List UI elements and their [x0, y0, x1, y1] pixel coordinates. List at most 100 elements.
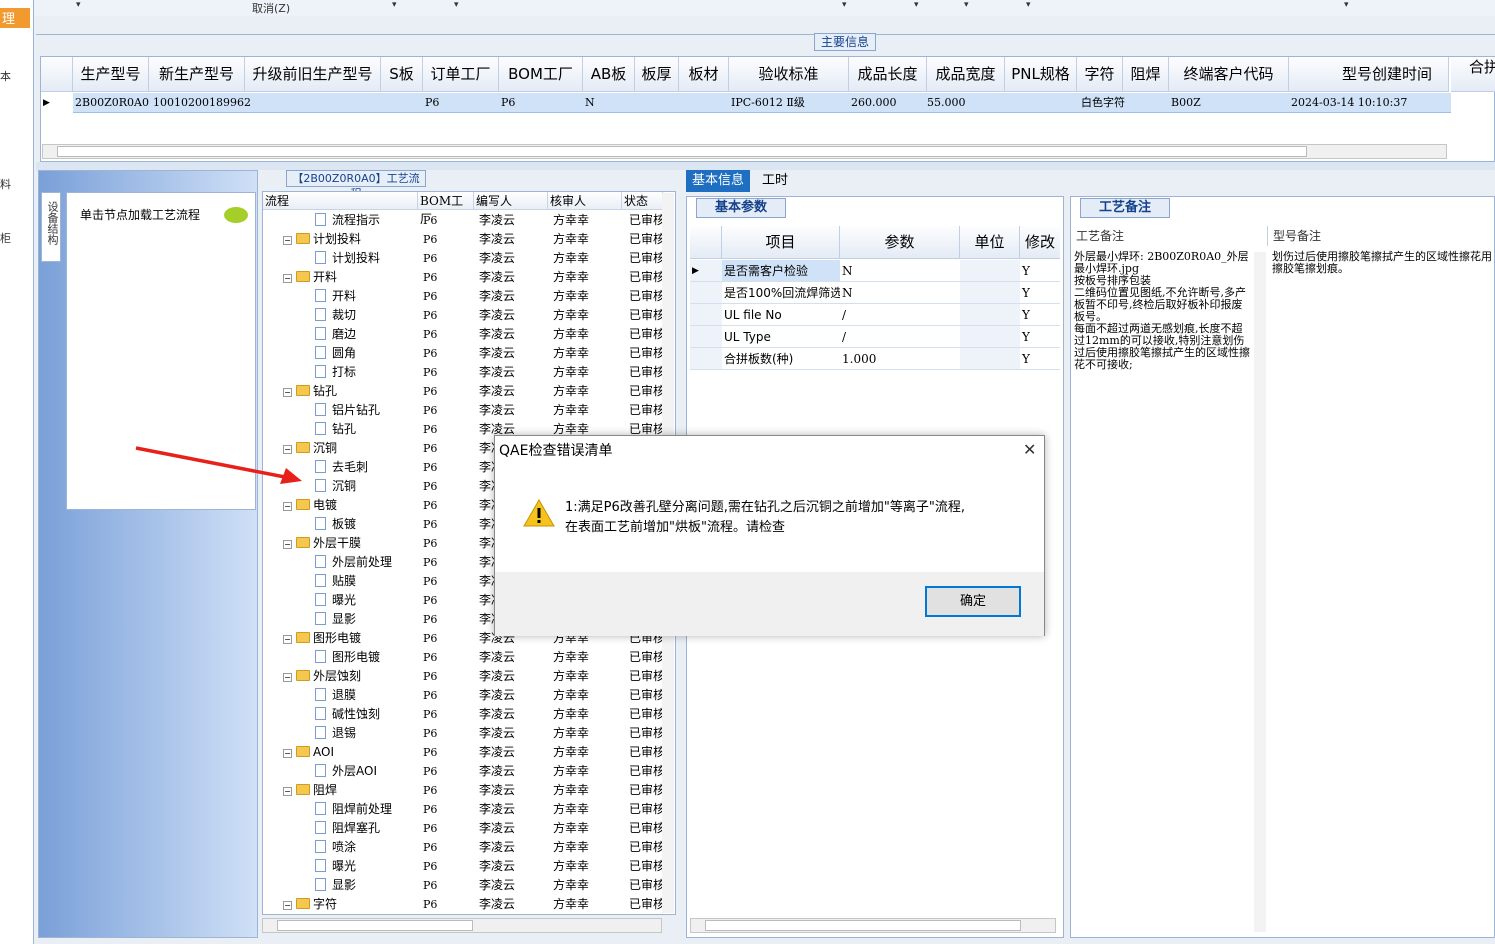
tree-row[interactable]: 流程指示 P6 李凌云 方幸幸 已审核: [263, 211, 665, 230]
collapse-icon[interactable]: −: [283, 274, 292, 283]
tab-craft-notes[interactable]: 工艺备注: [1080, 198, 1170, 218]
cell-bom-factory[interactable]: P6: [423, 667, 437, 686]
cell-bom-factory[interactable]: P6: [423, 420, 437, 439]
column-header[interactable]: 流程: [263, 192, 418, 210]
cell-item[interactable]: UL file No: [722, 304, 840, 326]
cell-modify[interactable]: Y: [1020, 348, 1060, 370]
cell-bom-factory[interactable]: P6: [423, 363, 437, 382]
cell-char[interactable]: 白色字符: [1081, 93, 1125, 113]
column-header[interactable]: BOM工厂: [418, 192, 474, 226]
cell-writer[interactable]: 李凌云: [479, 344, 515, 363]
cell-reviewer[interactable]: 方幸幸: [553, 895, 589, 914]
tree-node-label[interactable]: 铝片钻孔: [315, 401, 380, 420]
cell-bom-factory[interactable]: P6: [423, 515, 437, 534]
tree-node-label[interactable]: 板镀: [315, 515, 356, 534]
cell-bom-factory[interactable]: P6: [423, 610, 437, 629]
row-indicator[interactable]: ▶: [690, 260, 722, 282]
column-header[interactable]: 参数: [840, 226, 960, 259]
cell-bom-factory[interactable]: P6: [423, 743, 437, 762]
cell-unit[interactable]: [960, 326, 1020, 348]
cell-reviewer[interactable]: 方幸幸: [553, 838, 589, 857]
cell-status[interactable]: 已审核: [629, 819, 665, 838]
tree-node-label[interactable]: 贴膜: [315, 572, 356, 591]
cell-item[interactable]: 是否需客户检验: [722, 260, 840, 282]
cell-bom-factory[interactable]: P6: [423, 211, 437, 230]
tree-row[interactable]: 开料 P6 李凌云 方幸幸 已审核: [263, 287, 665, 306]
tree-node-label[interactable]: 显影: [315, 876, 356, 895]
cell-unit[interactable]: [960, 304, 1020, 326]
cell-bom-factory[interactable]: P6: [423, 268, 437, 287]
cell-reviewer[interactable]: 方幸幸: [553, 781, 589, 800]
cell-bom-factory[interactable]: P6: [423, 895, 437, 914]
cell-reviewer[interactable]: 方幸幸: [553, 249, 589, 268]
tree-node-label[interactable]: 图形电镀: [315, 648, 380, 667]
tree-row[interactable]: 图形电镀 P6 李凌云 方幸幸 已审核: [263, 648, 665, 667]
cell-status[interactable]: 已审核: [629, 268, 665, 287]
cell-writer[interactable]: 李凌云: [479, 268, 515, 287]
tree-node-label[interactable]: 退膜: [315, 686, 356, 705]
column-header[interactable]: S板: [381, 57, 423, 92]
process-title[interactable]: 【2B00Z0R0A0】工艺流程: [286, 170, 426, 200]
column-header[interactable]: 订单工厂: [423, 57, 499, 92]
tree-row[interactable]: − AOI P6 李凌云 方幸幸 已审核: [263, 743, 665, 762]
cell-param[interactable]: N: [840, 260, 960, 282]
cell-bom-factory[interactable]: P6: [423, 401, 437, 420]
cell-writer[interactable]: 李凌云: [479, 648, 515, 667]
cell-writer[interactable]: 李凌云: [479, 895, 515, 914]
tree-node-label[interactable]: 外层前处理: [315, 553, 392, 572]
chat-bubble-icon[interactable]: [224, 207, 248, 223]
tree-node-label[interactable]: 开料: [315, 287, 356, 306]
cell-bom-factory[interactable]: P6: [423, 325, 437, 344]
cell-status[interactable]: 已审核: [629, 667, 665, 686]
collapse-icon[interactable]: −: [283, 787, 292, 796]
cell-bom-factory[interactable]: P6: [423, 458, 437, 477]
tree-node-label[interactable]: 钻孔: [315, 420, 356, 439]
cell-bom-factory[interactable]: P6: [423, 762, 437, 781]
tree-node-label[interactable]: 去毛刺: [315, 458, 368, 477]
cell-customer[interactable]: B00Z: [1171, 93, 1201, 113]
tree-node-label[interactable]: − 钻孔: [283, 382, 337, 401]
horizontal-scrollbar[interactable]: [262, 918, 662, 933]
cell-reviewer[interactable]: 方幸幸: [553, 268, 589, 287]
scrollbar-thumb[interactable]: [705, 920, 1021, 931]
cell-status[interactable]: 已审核: [629, 762, 665, 781]
row-indicator[interactable]: [690, 326, 722, 348]
cell-writer[interactable]: 李凌云: [479, 325, 515, 344]
cell-status[interactable]: 已审核: [629, 876, 665, 895]
cell-bom-factory[interactable]: P6: [423, 781, 437, 800]
cell-bom-factory[interactable]: P6: [423, 287, 437, 306]
ok-button[interactable]: 确定: [925, 586, 1021, 617]
column-header[interactable]: 编写人: [474, 192, 548, 210]
tree-row[interactable]: 打标 P6 李凌云 方幸幸 已审核: [263, 363, 665, 382]
cell-bom-factory[interactable]: P6: [423, 857, 437, 876]
cell-reviewer[interactable]: 方幸幸: [553, 667, 589, 686]
dropdown-arrow-icon[interactable]: ▾: [76, 0, 81, 10]
cell-reviewer[interactable]: 方幸幸: [553, 306, 589, 325]
dropdown-arrow-icon[interactable]: ▾: [914, 0, 919, 10]
tree-node-label[interactable]: 磨边: [315, 325, 356, 344]
tree-node-label[interactable]: − 阻焊: [283, 781, 337, 800]
cell-reviewer[interactable]: 方幸幸: [553, 857, 589, 876]
tree-node-label[interactable]: 外层AOI: [315, 762, 377, 781]
cell-status[interactable]: 已审核: [629, 686, 665, 705]
tree-row[interactable]: 阻焊塞孔 P6 李凌云 方幸幸 已审核: [263, 819, 665, 838]
collapse-icon[interactable]: −: [283, 388, 292, 397]
dropdown-arrow-icon[interactable]: ▾: [842, 0, 847, 10]
cell-bom-factory[interactable]: P6: [423, 819, 437, 838]
cell-status[interactable]: 已审核: [629, 363, 665, 382]
column-header[interactable]: 阻焊: [1123, 57, 1169, 92]
tree-node-label[interactable]: − 计划投料: [283, 230, 361, 249]
tree-row[interactable]: − 阻焊 P6 李凌云 方幸幸 已审核: [263, 781, 665, 800]
column-header[interactable]: 终端客户代码: [1169, 57, 1289, 92]
collapse-icon[interactable]: −: [283, 749, 292, 758]
column-header[interactable]: 核审人: [548, 192, 622, 210]
horizontal-scrollbar[interactable]: [690, 918, 1056, 933]
dropdown-arrow-icon[interactable]: ▾: [1344, 0, 1349, 10]
cell-status[interactable]: 已审核: [629, 306, 665, 325]
cell-status[interactable]: 已审核: [629, 648, 665, 667]
craft-note-text[interactable]: 外层最小焊环: 2B00Z0R0A0_外层最小焊环.jpg 按板号排序包装 二维…: [1074, 251, 1252, 371]
column-header[interactable]: 单位: [960, 226, 1020, 259]
column-header[interactable]: PNL规格: [1005, 57, 1077, 92]
cell-bom-factory[interactable]: P6: [423, 382, 437, 401]
cell-status[interactable]: 已审核: [629, 743, 665, 762]
